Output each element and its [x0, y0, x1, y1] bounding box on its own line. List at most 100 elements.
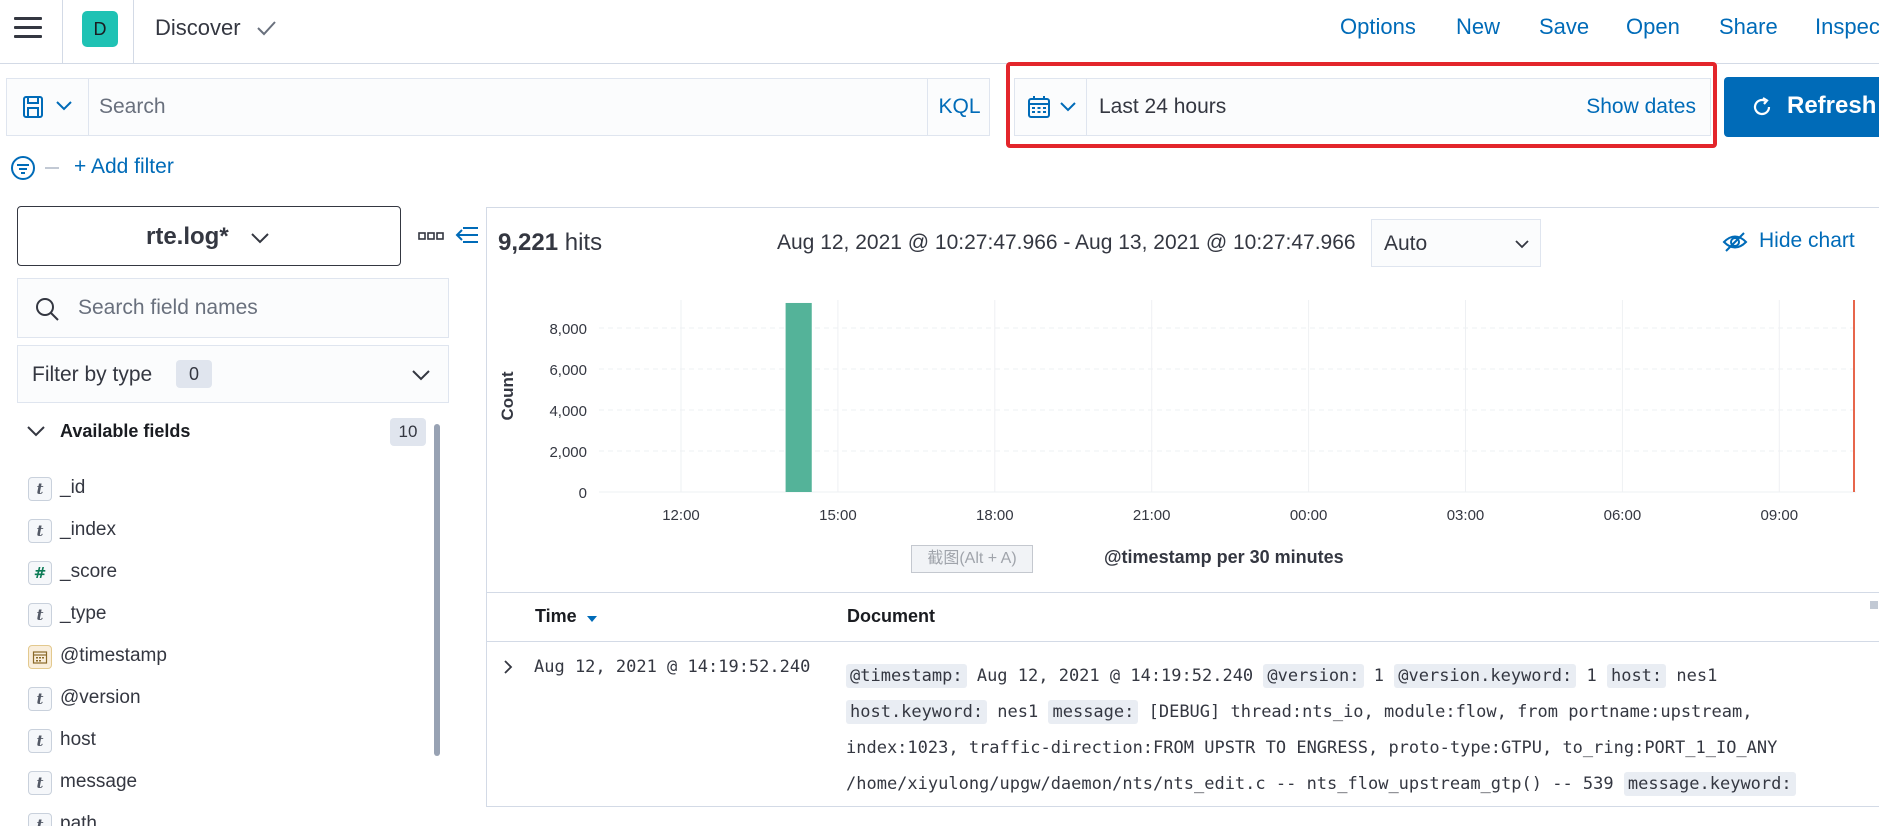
number-type-icon: #	[28, 561, 52, 585]
more-options-icon[interactable]	[418, 231, 444, 241]
space-avatar[interactable]: D	[82, 11, 118, 47]
header-divider	[133, 0, 134, 64]
breadcrumb-discover[interactable]: Discover	[155, 15, 241, 41]
row-time: Aug 12, 2021 @ 14:19:52.240	[534, 657, 811, 677]
screenshot-hint: 截图(Alt + A)	[911, 545, 1033, 573]
eye-closed-icon	[1722, 232, 1748, 252]
index-pattern-selector[interactable]: rte.log*	[17, 206, 401, 266]
collapse-sidebar-icon[interactable]	[455, 224, 479, 246]
field-item[interactable]: t @version	[28, 684, 408, 714]
refresh-icon	[1753, 97, 1771, 116]
available-fields-header[interactable]: Available fields 10	[24, 418, 434, 448]
kql-button[interactable]: KQL	[927, 79, 991, 135]
field-name: message	[60, 771, 138, 792]
field-name: _type	[60, 603, 107, 624]
field-search-placeholder: Search field names	[78, 296, 258, 319]
available-fields-label: Available fields	[60, 421, 191, 441]
chevron-down-icon	[251, 233, 269, 244]
hits-count: 9,221 hits	[498, 229, 602, 257]
new-link[interactable]: New	[1456, 14, 1500, 40]
refresh-button[interactable]: Refresh	[1724, 77, 1879, 137]
column-time[interactable]: Time	[535, 606, 597, 627]
top-header: D Discover Options New Save Open Share I…	[0, 0, 1879, 64]
filter-divider	[45, 167, 59, 169]
filter-by-type-dropdown[interactable]: Filter by type 0	[17, 345, 449, 403]
interval-select[interactable]: Auto	[1371, 219, 1541, 267]
field-name: _index	[60, 519, 116, 540]
save-icon	[23, 96, 43, 118]
doc-field-value: Aug 12, 2021 @ 14:19:52.240	[966, 666, 1264, 686]
hits-number: 9,221	[498, 229, 559, 256]
chevron-down-icon	[56, 101, 72, 111]
doc-field-value: nes1	[1666, 666, 1718, 686]
field-name: host	[60, 729, 96, 750]
doc-field-value: 1	[1363, 666, 1395, 686]
column-time-label: Time	[535, 606, 577, 626]
x-tick-label: 03:00	[1447, 507, 1485, 524]
y-tick-label: 2,000	[549, 444, 587, 461]
field-name: @version	[60, 687, 141, 708]
options-link[interactable]: Options	[1340, 14, 1416, 40]
chevron-down-icon	[27, 426, 45, 437]
filter-menu-icon[interactable]	[10, 155, 36, 181]
string-type-icon: t	[28, 519, 52, 543]
doc-field-key: host.keyword:	[846, 700, 988, 724]
query-bar: Search KQL	[6, 78, 990, 136]
field-search-input[interactable]: Search field names	[17, 278, 449, 338]
string-type-icon: t	[28, 687, 52, 711]
row-document: @timestamp: Aug 12, 2021 @ 14:19:52.240 …	[846, 658, 1856, 802]
doc-field-value: nes1	[987, 702, 1049, 722]
available-fields-count: 10	[390, 418, 426, 446]
refresh-label: Refresh	[1787, 92, 1877, 119]
doc-field-value: 1	[1576, 666, 1607, 686]
sidebar-scrollbar[interactable]	[434, 424, 440, 756]
y-tick-label: 6,000	[549, 362, 587, 379]
expand-row-icon[interactable]	[500, 659, 516, 675]
x-tick-label: 09:00	[1761, 507, 1799, 524]
field-item[interactable]: t host	[28, 726, 408, 756]
table-header	[486, 592, 1879, 642]
field-item[interactable]: # _score	[28, 558, 408, 588]
filter-by-type-label: Filter by type	[32, 363, 153, 386]
sort-descending-icon	[586, 616, 597, 622]
histogram-chart[interactable]: 0 2,000 4,000 6,000 8,000 Count 12:00 15:00 18:0…	[486, 280, 1879, 530]
field-name: _id	[60, 477, 86, 498]
field-item[interactable]: t _id	[28, 474, 408, 504]
x-tick-label: 18:00	[976, 507, 1014, 524]
column-document[interactable]: Document	[847, 606, 935, 627]
open-link[interactable]: Open	[1626, 14, 1680, 40]
save-link[interactable]: Save	[1539, 14, 1589, 40]
field-item[interactable]: t _type	[28, 600, 408, 630]
x-tick-label: 06:00	[1604, 507, 1642, 524]
share-link[interactable]: Share	[1719, 14, 1778, 40]
search-icon	[36, 298, 59, 321]
search-input[interactable]: Search	[99, 95, 166, 119]
doc-field-key: @version:	[1263, 664, 1364, 688]
inspect-link[interactable]: Inspec	[1815, 14, 1879, 40]
field-name: @timestamp	[60, 645, 167, 666]
hits-label: hits	[564, 229, 603, 256]
field-item[interactable]: @timestamp	[28, 642, 408, 672]
histogram-bar	[785, 302, 812, 492]
field-item[interactable]: t path	[28, 810, 408, 826]
add-filter-button[interactable]: + Add filter	[74, 155, 174, 179]
field-item[interactable]: t message	[28, 768, 408, 798]
y-tick-label: 4,000	[549, 403, 587, 420]
doc-field-key: message.keyword:	[1623, 772, 1796, 796]
header-divider	[62, 0, 63, 64]
doc-field-key: @timestamp:	[846, 664, 967, 688]
y-axis-title: Count	[498, 371, 517, 420]
x-tick-label: 12:00	[662, 507, 700, 524]
field-item[interactable]: t _index	[28, 516, 408, 546]
checkmark-icon	[257, 21, 276, 36]
field-name: path	[60, 813, 97, 826]
string-type-icon: t	[28, 813, 52, 826]
x-tick-label: 21:00	[1133, 507, 1171, 524]
saved-query-button[interactable]	[7, 79, 89, 135]
y-tick-label: 8,000	[549, 321, 587, 338]
hide-chart-label: Hide chart	[1759, 229, 1855, 252]
string-type-icon: t	[28, 477, 52, 501]
chevron-down-icon	[412, 370, 430, 381]
menu-icon[interactable]	[14, 17, 42, 39]
x-axis-title: @timestamp per 30 minutes	[1104, 547, 1344, 567]
